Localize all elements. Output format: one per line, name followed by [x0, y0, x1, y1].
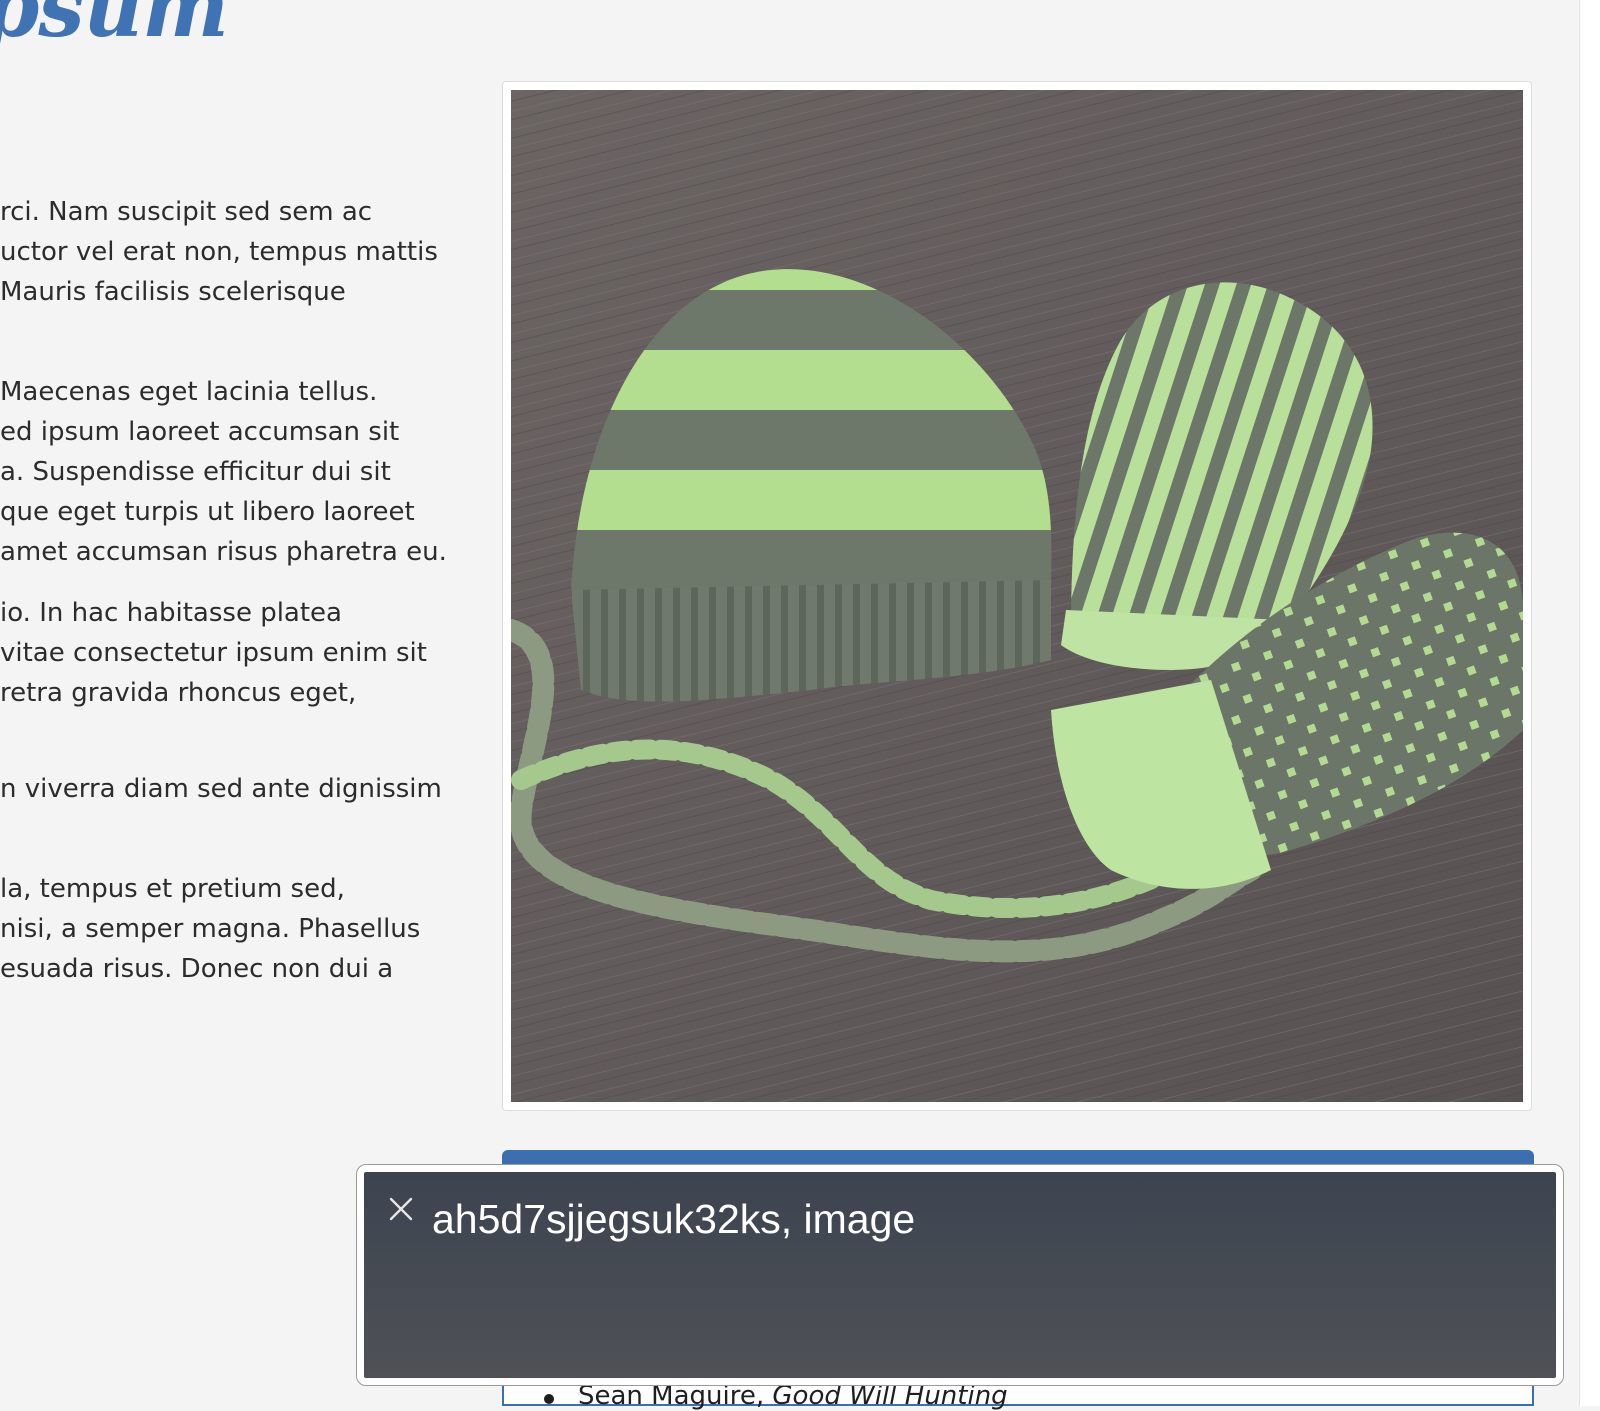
knitted-hat-and-mittens-photo	[511, 90, 1523, 1102]
bullet-icon	[544, 1394, 554, 1404]
paragraph-line: que eget turpis ut libero laoreet	[0, 497, 415, 527]
caption-text: ah5d7sjjegsuk32ks, image	[432, 1196, 916, 1242]
close-icon-glyph	[389, 1197, 413, 1221]
body-paragraph-5: la, tempus et pretium sed, nisi, a sempe…	[0, 869, 420, 989]
paragraph-line: ed ipsum laoreet accumsan sit	[0, 417, 400, 447]
paragraph-line: amet accumsan risus pharetra eu.	[0, 537, 447, 567]
paragraph-line: la, tempus et pretium sed,	[0, 874, 345, 904]
body-paragraph-4: n viverra diam sed ante dignissim	[0, 769, 442, 809]
paragraph-line: n viverra diam sed ante dignissim	[0, 774, 442, 804]
page-right-margin	[1580, 0, 1600, 1406]
caption-panel: ah5d7sjjegsuk32ks, image	[364, 1172, 1556, 1378]
paragraph-line: rci. Nam suscipit sed sem ac	[0, 197, 373, 227]
body-paragraph-1: rci. Nam suscipit sed sem ac uctor vel e…	[0, 192, 438, 312]
paragraph-line: Maecenas eget lacinia tellus.	[0, 377, 378, 407]
paragraph-line: nisi, a semper magna. Phasellus	[0, 914, 421, 944]
body-paragraph-2: Maecenas eget lacinia tellus. ed ipsum l…	[0, 372, 447, 572]
paragraph-line: Mauris facilisis scelerisque	[0, 277, 346, 307]
photo-frame[interactable]	[502, 81, 1532, 1111]
paragraph-line: uctor vel erat non, tempus mattis	[0, 237, 438, 267]
paragraph-line: vitae consectetur ipsum enim sit	[0, 638, 427, 668]
paragraph-line: io. In hac habitasse platea	[0, 598, 342, 628]
page-title: psum	[0, 0, 229, 56]
image-caption-popup: ah5d7sjjegsuk32ks, image	[356, 1164, 1564, 1386]
paragraph-line: esuada risus. Donec non dui a	[0, 954, 394, 984]
paragraph-line: a. Suspendisse efficitur dui sit	[0, 457, 391, 487]
paragraph-line: retra gravida rhoncus eget,	[0, 678, 357, 708]
close-icon[interactable]	[386, 1194, 416, 1224]
body-paragraph-3: io. In hac habitasse platea vitae consec…	[0, 593, 427, 713]
